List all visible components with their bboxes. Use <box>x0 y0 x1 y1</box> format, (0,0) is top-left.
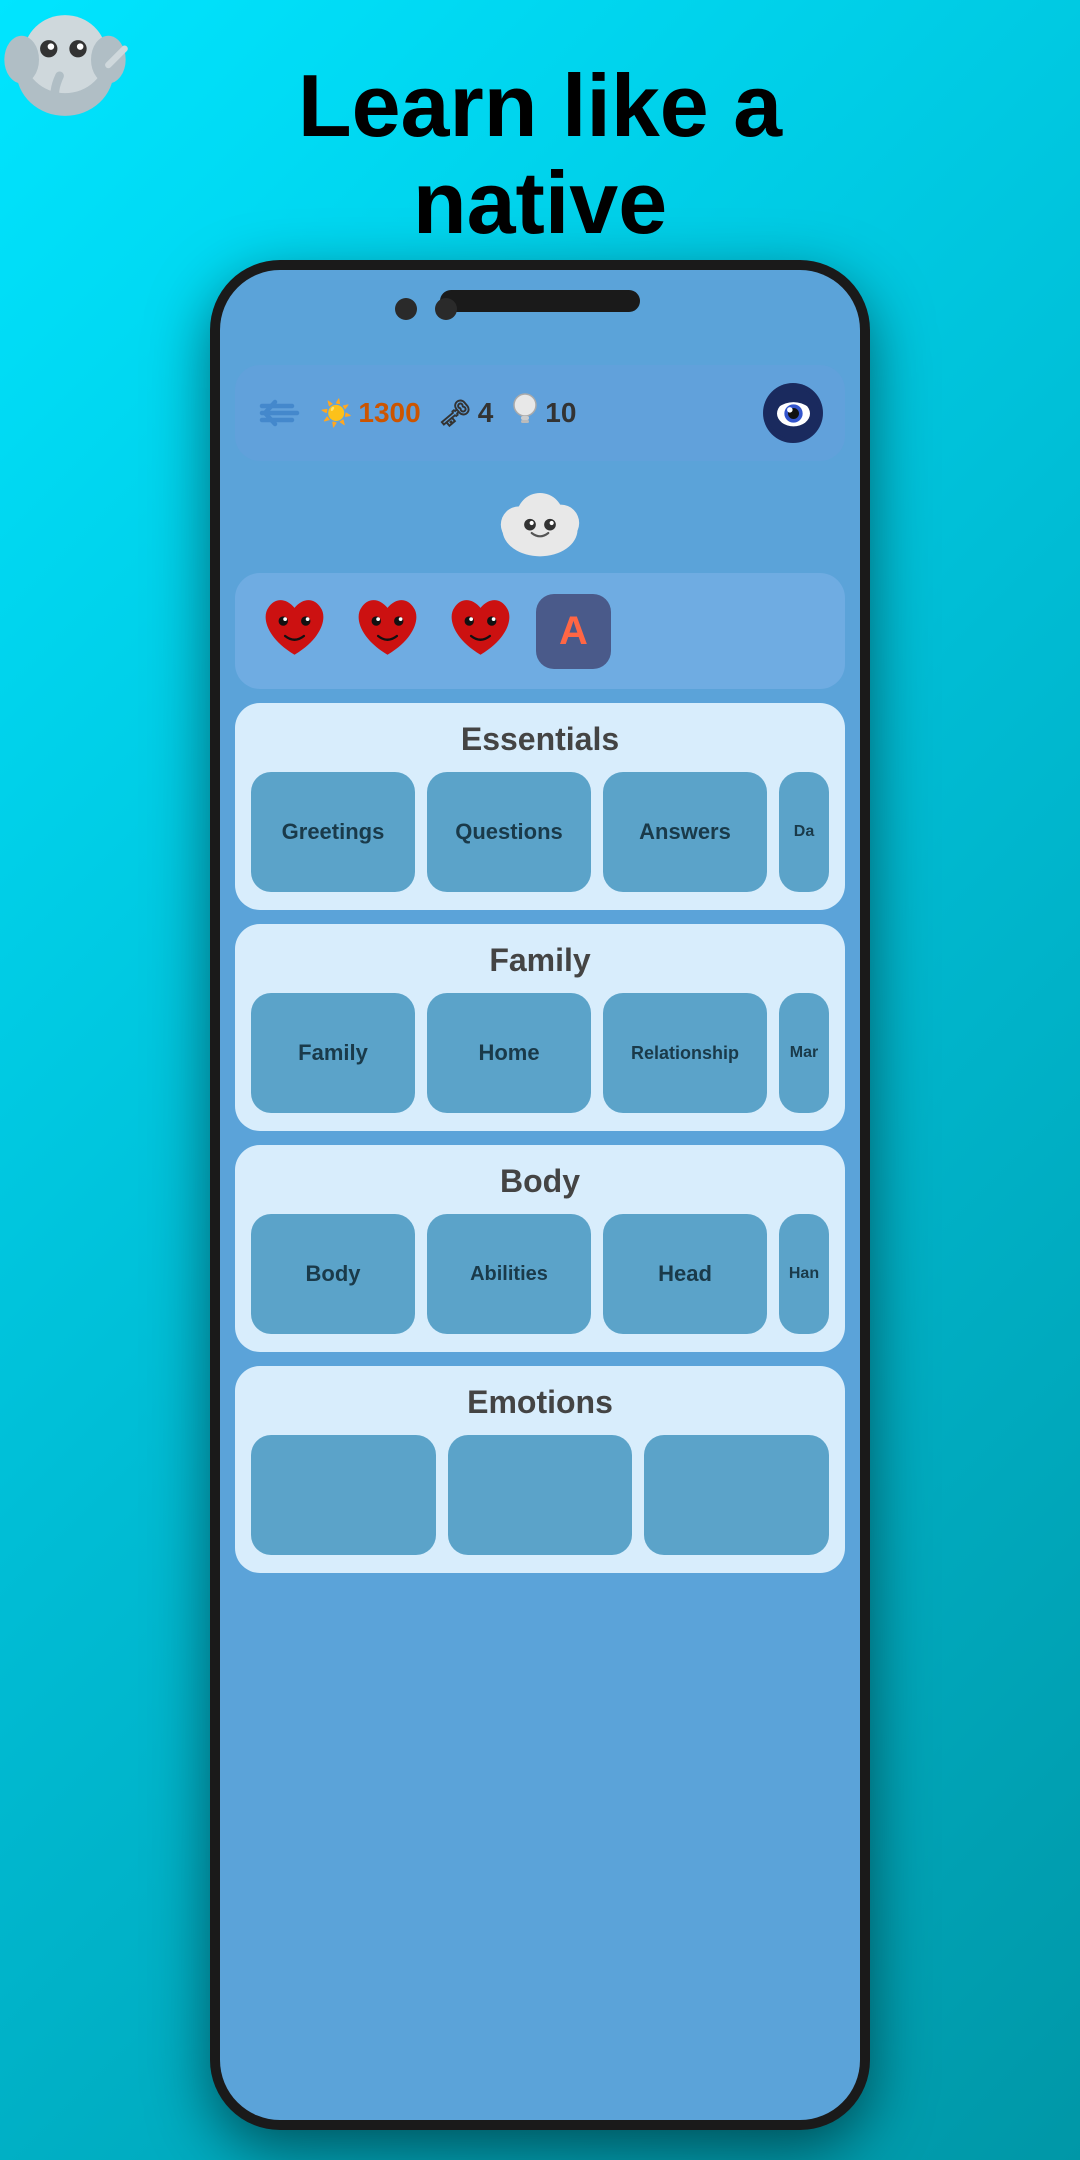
head-card[interactable]: Head <box>603 1214 767 1334</box>
mascot-top-left <box>0 0 130 130</box>
coin-icon: ☀️ <box>320 398 352 429</box>
family-card[interactable]: Family <box>251 993 415 1113</box>
phone-screen: ☀️ 1300 🗝 4 <box>220 270 860 2120</box>
key-value: 4 <box>478 397 494 429</box>
header-title: Learn like a native <box>298 58 782 252</box>
stats-bar: ☀️ 1300 🗝 4 <box>235 365 845 461</box>
body-grid: Body Abilities Head Han <box>251 1214 829 1334</box>
emotions-card-3[interactable] <box>644 1435 829 1555</box>
relationship-card[interactable]: Relationship <box>603 993 767 1113</box>
body-card[interactable]: Body <box>251 1214 415 1334</box>
questions-card[interactable]: Questions <box>427 772 591 892</box>
coin-value: 1300 <box>358 397 420 429</box>
screen-content[interactable]: ☀️ 1300 🗝 4 <box>220 350 860 2120</box>
hearts-bar: A <box>235 573 845 689</box>
camera-left <box>395 298 417 320</box>
marriage-card-partial[interactable]: Mar <box>779 993 829 1113</box>
family-section: Family Family Home Relationship Mar <box>235 924 845 1131</box>
header-section: Learn like a native <box>0 0 1080 290</box>
bulb-icon <box>511 393 539 433</box>
bulbs-stat: 10 <box>511 393 576 433</box>
emotions-card-1[interactable] <box>251 1435 436 1555</box>
back-arrow-icon[interactable] <box>257 398 302 428</box>
body-title: Body <box>251 1163 829 1200</box>
family-title: Family <box>251 942 829 979</box>
coins-stat: ☀️ 1300 <box>320 397 421 429</box>
abilities-card[interactable]: Abilities <box>427 1214 591 1334</box>
emotions-grid <box>251 1435 829 1555</box>
bulb-value: 10 <box>545 397 576 429</box>
cloud-mascot-area <box>235 473 845 573</box>
greetings-card[interactable]: Greetings <box>251 772 415 892</box>
keys-stat: 🗝 4 <box>439 397 494 429</box>
camera-right <box>435 298 457 320</box>
body-section: Body Body Abilities Head Han <box>235 1145 845 1352</box>
hands-card-partial[interactable]: Han <box>779 1214 829 1334</box>
phone-frame: ☀️ 1300 🗝 4 <box>210 260 870 2130</box>
days-card-partial[interactable]: Da <box>779 772 829 892</box>
emotions-section: Emotions <box>235 1366 845 1573</box>
answers-card[interactable]: Answers <box>603 772 767 892</box>
emotions-title: Emotions <box>251 1384 829 1421</box>
heart-3 <box>443 591 518 671</box>
phone-notch <box>440 290 640 312</box>
letter-badge[interactable]: A <box>536 594 611 669</box>
essentials-title: Essentials <box>251 721 829 758</box>
heart-1 <box>257 591 332 671</box>
home-card[interactable]: Home <box>427 993 591 1113</box>
heart-2 <box>350 591 425 671</box>
essentials-grid: Greetings Questions Answers Da <box>251 772 829 892</box>
key-icon: 🗝 <box>439 398 472 429</box>
essentials-section: Essentials Greetings Questions Answers D… <box>235 703 845 910</box>
emotions-card-2[interactable] <box>448 1435 633 1555</box>
profile-icon[interactable] <box>763 383 823 443</box>
family-grid: Family Home Relationship Mar <box>251 993 829 1113</box>
